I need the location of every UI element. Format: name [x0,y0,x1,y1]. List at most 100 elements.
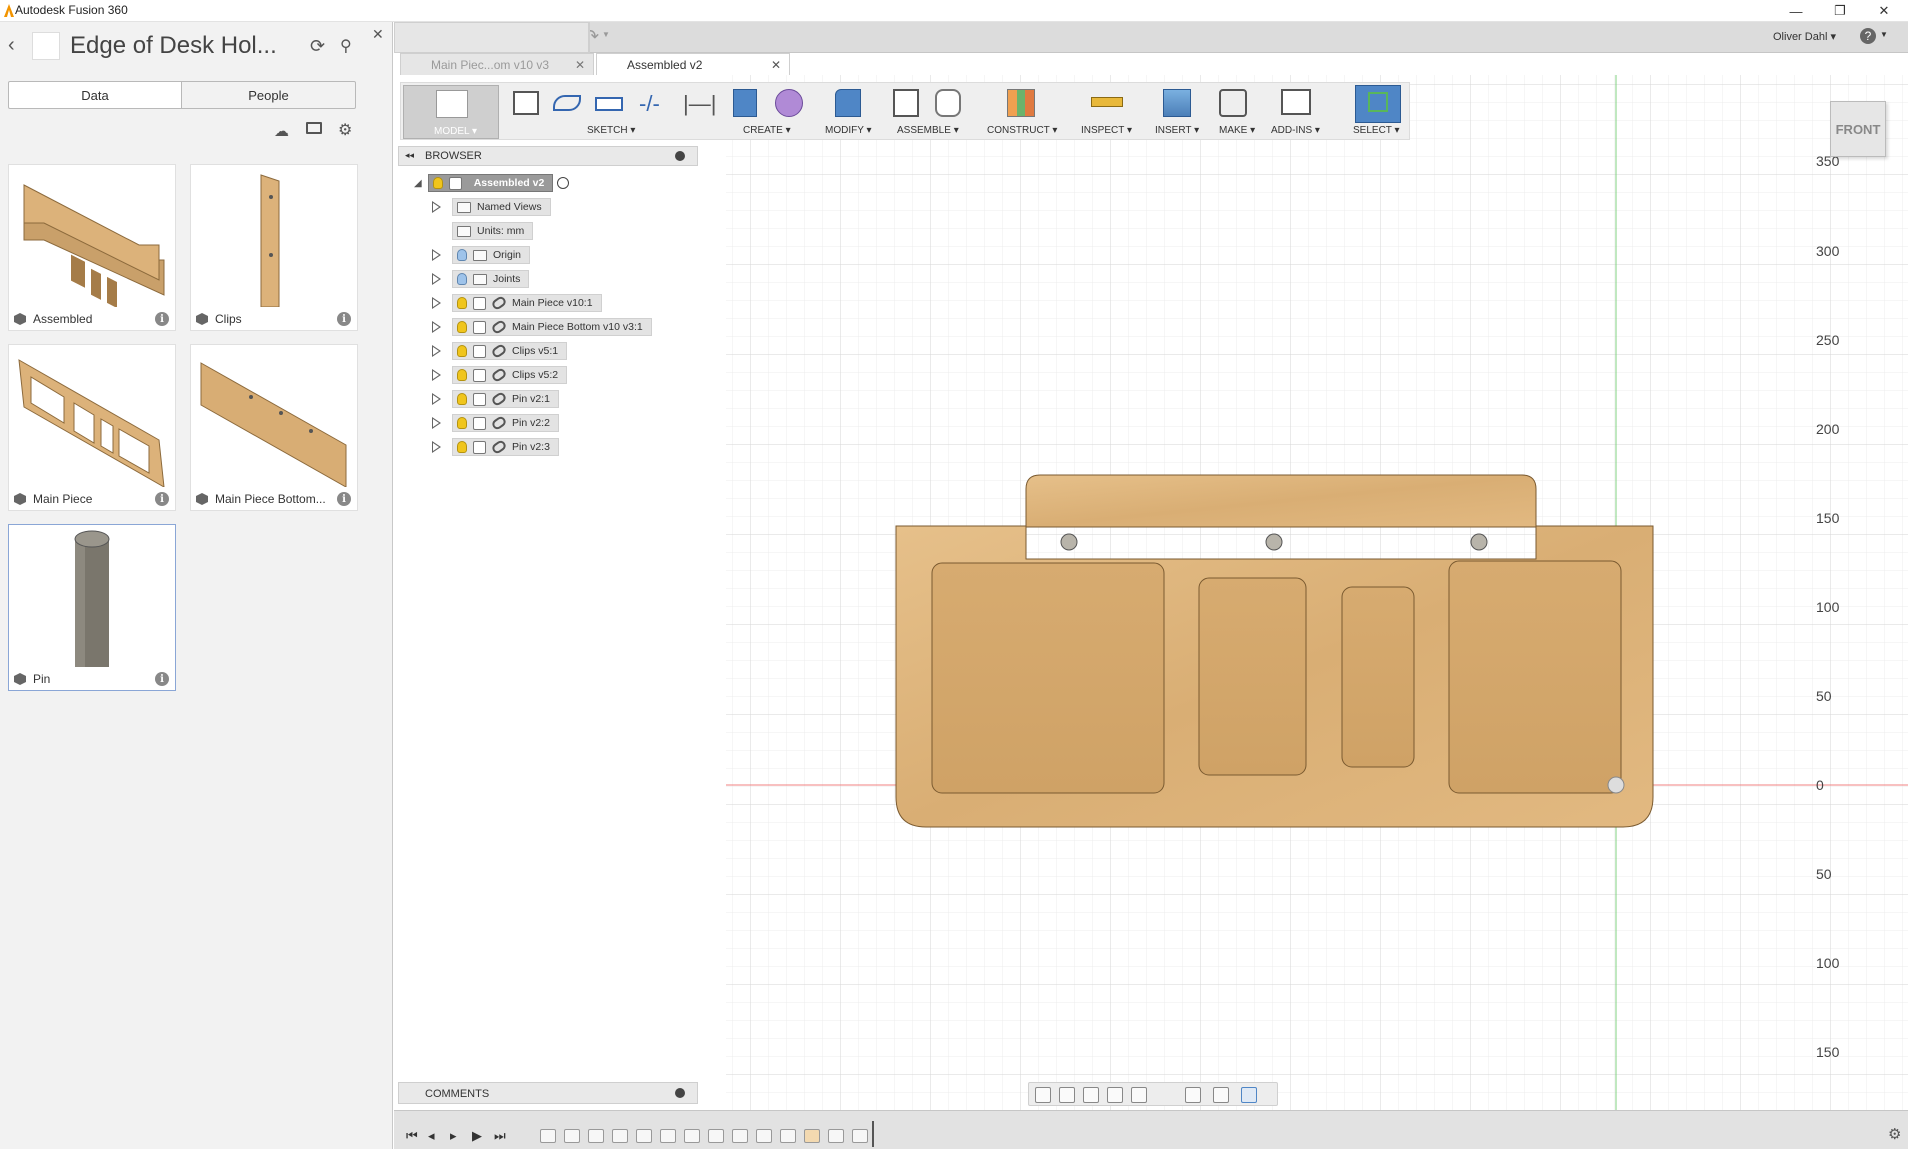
minimize-button[interactable]: — [1774,0,1818,22]
browser-node-origin[interactable]: Origin [432,246,531,264]
play-icon[interactable]: ▸ [450,1128,457,1144]
orbit-icon[interactable] [1035,1087,1051,1103]
browser-node-main-piece[interactable]: Main Piece v10:1 [432,294,602,312]
spline-icon[interactable] [553,95,581,111]
user-menu[interactable]: Oliver Dahl ▾ [1773,30,1836,43]
make-menu[interactable]: MAKE ▾ [1219,125,1255,136]
settings-gear-icon[interactable]: ⚙ [338,120,352,140]
close-window-button[interactable]: ✕ [1862,0,1906,22]
restore-button[interactable]: ❐ [1818,0,1862,22]
root-node[interactable]: Assembled v2 [427,174,554,192]
tab-people[interactable]: People [181,81,356,109]
info-icon[interactable]: i [337,492,351,506]
inspect-menu[interactable]: INSPECT ▾ [1081,125,1132,136]
timeline-joint-icon[interactable] [660,1129,676,1143]
timeline-marker[interactable] [872,1121,874,1147]
browser-root[interactable]: ◢ Assembled v2 [414,174,570,192]
visibility-bulb-icon[interactable] [432,177,443,189]
info-icon[interactable]: i [155,312,169,326]
browser-node-named-views[interactable]: Named Views [432,198,551,216]
upload-icon[interactable]: ☁ [274,122,289,140]
close-tab-icon[interactable]: ✕ [771,58,781,72]
rectangle-icon[interactable] [595,97,623,111]
close-panel-icon[interactable]: ✕ [372,26,384,43]
fit-icon[interactable] [1131,1087,1147,1103]
browser-node-pin-1[interactable]: Pin v2:1 [432,390,559,408]
expand-arrow-icon[interactable] [432,417,441,429]
modify-menu[interactable]: MODIFY ▾ [825,125,872,136]
timeline-joint-icon[interactable] [588,1129,604,1143]
design-canvas[interactable] [396,75,1908,1110]
new-component-icon[interactable] [893,89,919,117]
select-tool-button[interactable] [1355,85,1401,123]
timeline-joint-icon[interactable] [636,1129,652,1143]
timeline-joint-icon[interactable] [612,1129,628,1143]
browser-node-pin-3[interactable]: Pin v2:3 [432,438,559,456]
timeline-joint-icon[interactable] [540,1129,556,1143]
info-icon[interactable]: i [155,492,169,506]
new-folder-icon[interactable] [306,122,322,134]
workspace-switcher[interactable]: MODEL ▾ [403,85,499,139]
extrude-icon[interactable] [733,89,757,117]
browser-minimize-icon[interactable] [675,151,685,161]
data-card-main-piece[interactable]: Main Piece i [8,344,176,511]
timeline-joint-icon[interactable] [828,1129,844,1143]
expand-arrow-icon[interactable] [432,393,441,405]
browser-node-joints[interactable]: Joints [432,270,530,288]
go-to-end-icon[interactable]: ⏭ [494,1128,506,1144]
timeline-joint-icon[interactable] [804,1129,820,1143]
add-ins-menu[interactable]: ADD-INS ▾ [1271,125,1320,136]
expand-arrow-icon[interactable] [432,441,441,453]
view-cube[interactable]: FRONT [1830,101,1886,157]
data-card-clips[interactable]: Clips i [190,164,358,331]
expand-arrow-icon[interactable] [432,321,441,333]
info-icon[interactable]: i [337,312,351,326]
browser-node-units[interactable]: Units: mm [452,222,534,240]
step-forward-icon[interactable]: ▶ [472,1128,482,1144]
browser-node-pin-2[interactable]: Pin v2:2 [432,414,559,432]
refresh-icon[interactable]: ⟳ [310,36,325,57]
offset-plane-icon[interactable] [1007,89,1035,117]
create-menu[interactable]: CREATE ▾ [743,125,791,136]
pin-3[interactable] [1470,533,1488,551]
timeline-settings-gear-icon[interactable]: ⚙ [1888,1125,1901,1143]
pin-2[interactable] [1265,533,1283,551]
joint-icon[interactable] [935,89,961,117]
scripts-icon[interactable] [1281,89,1311,115]
tab-data[interactable]: Data [8,81,182,109]
browser-node-main-piece-bottom[interactable]: Main Piece Bottom v10 v3:1 [432,318,652,336]
grid-settings-icon[interactable] [1213,1087,1229,1103]
doc-tab-assembled[interactable]: Assembled v2 ✕ [596,53,790,76]
add-comment-icon[interactable] [675,1088,685,1098]
press-pull-icon[interactable] [835,89,861,117]
timeline-joint-icon[interactable] [732,1129,748,1143]
expand-arrow-icon[interactable] [432,249,441,261]
browser-node-clips-2[interactable]: Clips v5:2 [432,366,568,384]
construct-menu[interactable]: CONSTRUCT ▾ [987,125,1057,136]
doc-tab-main-piece-bottom[interactable]: Main Piec...om v10 v3 ✕ [400,53,594,76]
clips-body[interactable] [1025,474,1537,528]
origin-marker-icon[interactable] [1607,776,1625,794]
data-card-main-piece-bottom[interactable]: Main Piece Bottom... i [190,344,358,511]
display-settings-icon[interactable] [1185,1087,1201,1103]
3d-print-icon[interactable] [1219,89,1247,117]
measure-icon[interactable] [1091,97,1123,107]
select-menu[interactable]: SELECT ▾ [1353,125,1400,136]
zoom-icon[interactable] [1107,1087,1123,1103]
create-sketch-icon[interactable] [513,91,539,115]
look-at-icon[interactable] [1059,1087,1075,1103]
timeline-joint-icon[interactable] [852,1129,868,1143]
chevron-down-icon[interactable]: ▼ [1880,30,1888,39]
dimension-icon[interactable]: |—| [683,91,716,117]
back-arrow-icon[interactable]: ‹ [8,34,15,57]
browser-header[interactable]: ◂◂ BROWSER [398,146,698,166]
pin-1[interactable] [1060,533,1078,551]
timeline-joint-icon[interactable] [684,1129,700,1143]
doc-tab-inactive[interactable] [394,22,589,53]
timeline-joint-icon[interactable] [564,1129,580,1143]
expand-arrow-icon[interactable] [432,369,441,381]
timeline-joint-icon[interactable] [756,1129,772,1143]
activate-radio-icon[interactable] [557,177,570,189]
insert-image-icon[interactable] [1163,89,1191,117]
viewports-icon[interactable] [1241,1087,1257,1103]
